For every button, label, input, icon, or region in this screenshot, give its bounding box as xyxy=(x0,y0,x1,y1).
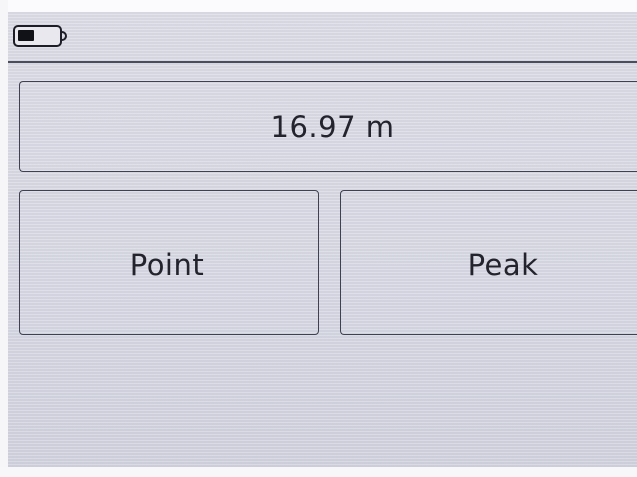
battery-terminal-icon xyxy=(62,31,67,41)
left-bezel xyxy=(0,0,8,477)
status-bar xyxy=(8,12,637,63)
battery-level-fill xyxy=(18,30,34,41)
device-screen: 16.97 m Point Peak xyxy=(0,0,637,477)
point-mode-button[interactable]: Point xyxy=(19,190,319,335)
measurement-value: 16.97 m xyxy=(270,109,395,144)
top-bezel xyxy=(0,0,637,12)
bottom-bezel xyxy=(0,467,637,477)
battery-icon xyxy=(13,25,62,47)
peak-mode-button[interactable]: Peak xyxy=(340,190,637,335)
measurement-display: 16.97 m xyxy=(19,81,637,172)
peak-mode-label: Peak xyxy=(467,247,539,282)
point-mode-label: Point xyxy=(129,247,205,282)
